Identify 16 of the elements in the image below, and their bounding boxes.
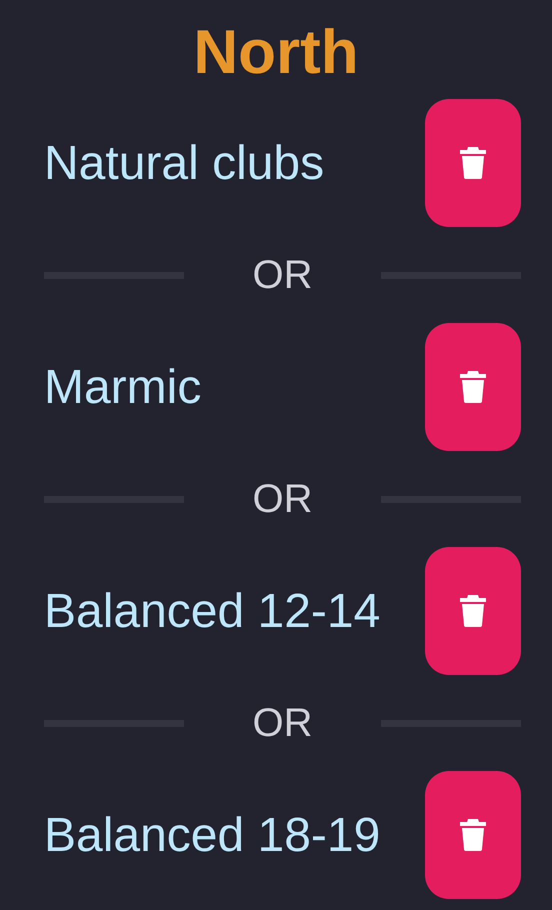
trash-icon: [460, 819, 486, 851]
item-label: Balanced 18-19: [44, 808, 380, 862]
trash-icon: [460, 595, 486, 627]
delete-button[interactable]: [425, 771, 521, 899]
delete-button[interactable]: [425, 99, 521, 227]
delete-button[interactable]: [425, 547, 521, 675]
or-divider-text: OR: [252, 476, 312, 522]
or-divider-text: OR: [252, 252, 312, 298]
delete-button[interactable]: [425, 323, 521, 451]
item-label: Balanced 12-14: [44, 584, 380, 638]
trash-icon: [460, 371, 486, 403]
item-label: Natural clubs: [44, 136, 324, 190]
trash-icon: [460, 147, 486, 179]
item-label: Marmic: [44, 360, 202, 414]
group-title: North: [192, 17, 360, 89]
or-divider-text: OR: [252, 700, 312, 746]
